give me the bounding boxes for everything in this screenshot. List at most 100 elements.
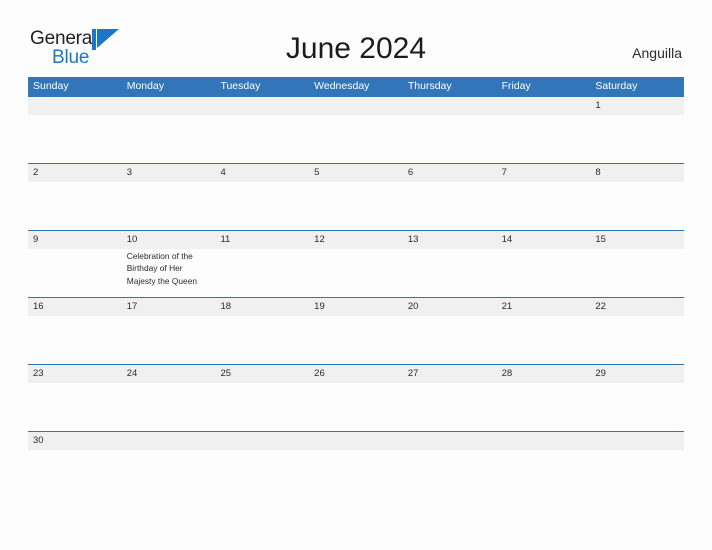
date-cell[interactable] [215, 97, 309, 115]
date-cell[interactable]: 26 [309, 365, 403, 383]
event-cell[interactable] [497, 115, 591, 163]
date-cell[interactable] [28, 97, 122, 115]
event-text: Celebration of the Birthday of Her Majes… [126, 251, 198, 286]
date-cell[interactable]: 25 [215, 365, 309, 383]
dow-tuesday: Tuesday [220, 80, 261, 92]
date-cell[interactable] [403, 97, 497, 115]
event-cell[interactable] [309, 383, 403, 431]
date-cell[interactable]: 2 [28, 164, 122, 182]
event-cell[interactable] [215, 249, 309, 297]
event-cell[interactable] [28, 316, 122, 364]
event-cell[interactable] [309, 249, 403, 297]
event-cell[interactable] [28, 383, 122, 431]
event-cell[interactable] [590, 316, 684, 364]
event-cell-holiday[interactable]: Celebration of the Birthday of Her Majes… [122, 249, 216, 297]
week-event-body [28, 115, 684, 163]
date-cell[interactable]: 27 [403, 365, 497, 383]
event-cell[interactable] [403, 182, 497, 230]
date-cell[interactable] [122, 432, 216, 450]
date-cell[interactable] [403, 432, 497, 450]
date-cell[interactable]: 8 [590, 164, 684, 182]
date-cell[interactable]: 24 [122, 365, 216, 383]
dow-sunday: Sunday [33, 80, 69, 92]
date-cell[interactable] [590, 432, 684, 450]
date-cell[interactable]: 3 [122, 164, 216, 182]
week-date-band: 16 17 18 19 20 21 22 [28, 298, 684, 316]
date-cell[interactable]: 23 [28, 365, 122, 383]
week-row: 16 17 18 19 20 21 22 [28, 297, 684, 364]
event-cell[interactable] [590, 182, 684, 230]
date-cell[interactable]: 30 [28, 432, 122, 450]
date-cell[interactable]: 20 [403, 298, 497, 316]
date-cell[interactable]: 14 [497, 231, 591, 249]
date-cell[interactable] [497, 97, 591, 115]
event-cell[interactable] [309, 182, 403, 230]
week-event-body [28, 182, 684, 230]
dow-thursday: Thursday [407, 80, 452, 92]
dow-friday: Friday [501, 80, 531, 92]
event-cell[interactable] [28, 249, 122, 297]
date-cell[interactable]: 15 [590, 231, 684, 249]
date-cell[interactable]: 10 [122, 231, 216, 249]
event-cell[interactable] [122, 182, 216, 230]
dow-monday: Monday [126, 80, 165, 92]
date-cell[interactable]: 17 [122, 298, 216, 316]
event-cell[interactable] [28, 182, 122, 230]
event-cell[interactable] [215, 383, 309, 431]
event-cell[interactable] [590, 115, 684, 163]
event-cell[interactable] [403, 115, 497, 163]
event-cell[interactable] [122, 383, 216, 431]
event-cell[interactable] [309, 115, 403, 163]
date-cell[interactable]: 9 [28, 231, 122, 249]
week-date-band: 23 24 25 26 27 28 29 [28, 365, 684, 383]
date-cell[interactable] [309, 432, 403, 450]
event-cell[interactable] [497, 316, 591, 364]
event-cell[interactable] [403, 249, 497, 297]
event-cell[interactable] [215, 115, 309, 163]
date-cell[interactable]: 29 [590, 365, 684, 383]
week-event-body [28, 383, 684, 431]
date-cell[interactable]: 5 [309, 164, 403, 182]
date-cell[interactable]: 11 [215, 231, 309, 249]
week-row: 23 24 25 26 27 28 29 [28, 364, 684, 431]
date-cell[interactable] [497, 432, 591, 450]
date-cell[interactable] [309, 97, 403, 115]
week-date-band: 1 [28, 97, 684, 115]
date-cell[interactable]: 19 [309, 298, 403, 316]
date-cell[interactable]: 21 [497, 298, 591, 316]
date-cell[interactable]: 22 [590, 298, 684, 316]
day-of-week-header: Sunday Monday Tuesday Wednesday Thursday… [28, 77, 684, 96]
date-cell[interactable] [122, 97, 216, 115]
date-cell[interactable]: 16 [28, 298, 122, 316]
event-cell[interactable] [590, 249, 684, 297]
event-cell[interactable] [403, 383, 497, 431]
event-cell[interactable] [590, 383, 684, 431]
week-row: 1 [28, 96, 684, 163]
week-event-body [28, 316, 684, 364]
region-label: Anguilla [632, 45, 682, 61]
calendar-grid: Sunday Monday Tuesday Wednesday Thursday… [28, 77, 684, 450]
date-cell[interactable]: 13 [403, 231, 497, 249]
page-title: June 2024 [285, 32, 427, 65]
date-cell[interactable]: 6 [403, 164, 497, 182]
event-cell[interactable] [497, 383, 591, 431]
week-row: 2 3 4 5 6 7 8 [28, 163, 684, 230]
week-row: 30 [28, 431, 684, 450]
date-cell[interactable]: 12 [309, 231, 403, 249]
date-cell[interactable]: 7 [497, 164, 591, 182]
event-cell[interactable] [309, 316, 403, 364]
dow-wednesday: Wednesday [314, 80, 370, 92]
date-cell[interactable]: 4 [215, 164, 309, 182]
event-cell[interactable] [403, 316, 497, 364]
event-cell[interactable] [497, 182, 591, 230]
event-cell[interactable] [122, 115, 216, 163]
date-cell[interactable]: 1 [590, 97, 684, 115]
event-cell[interactable] [122, 316, 216, 364]
date-cell[interactable]: 18 [215, 298, 309, 316]
event-cell[interactable] [215, 316, 309, 364]
date-cell[interactable] [215, 432, 309, 450]
date-cell[interactable]: 28 [497, 365, 591, 383]
event-cell[interactable] [497, 249, 591, 297]
event-cell[interactable] [215, 182, 309, 230]
event-cell[interactable] [28, 115, 122, 163]
